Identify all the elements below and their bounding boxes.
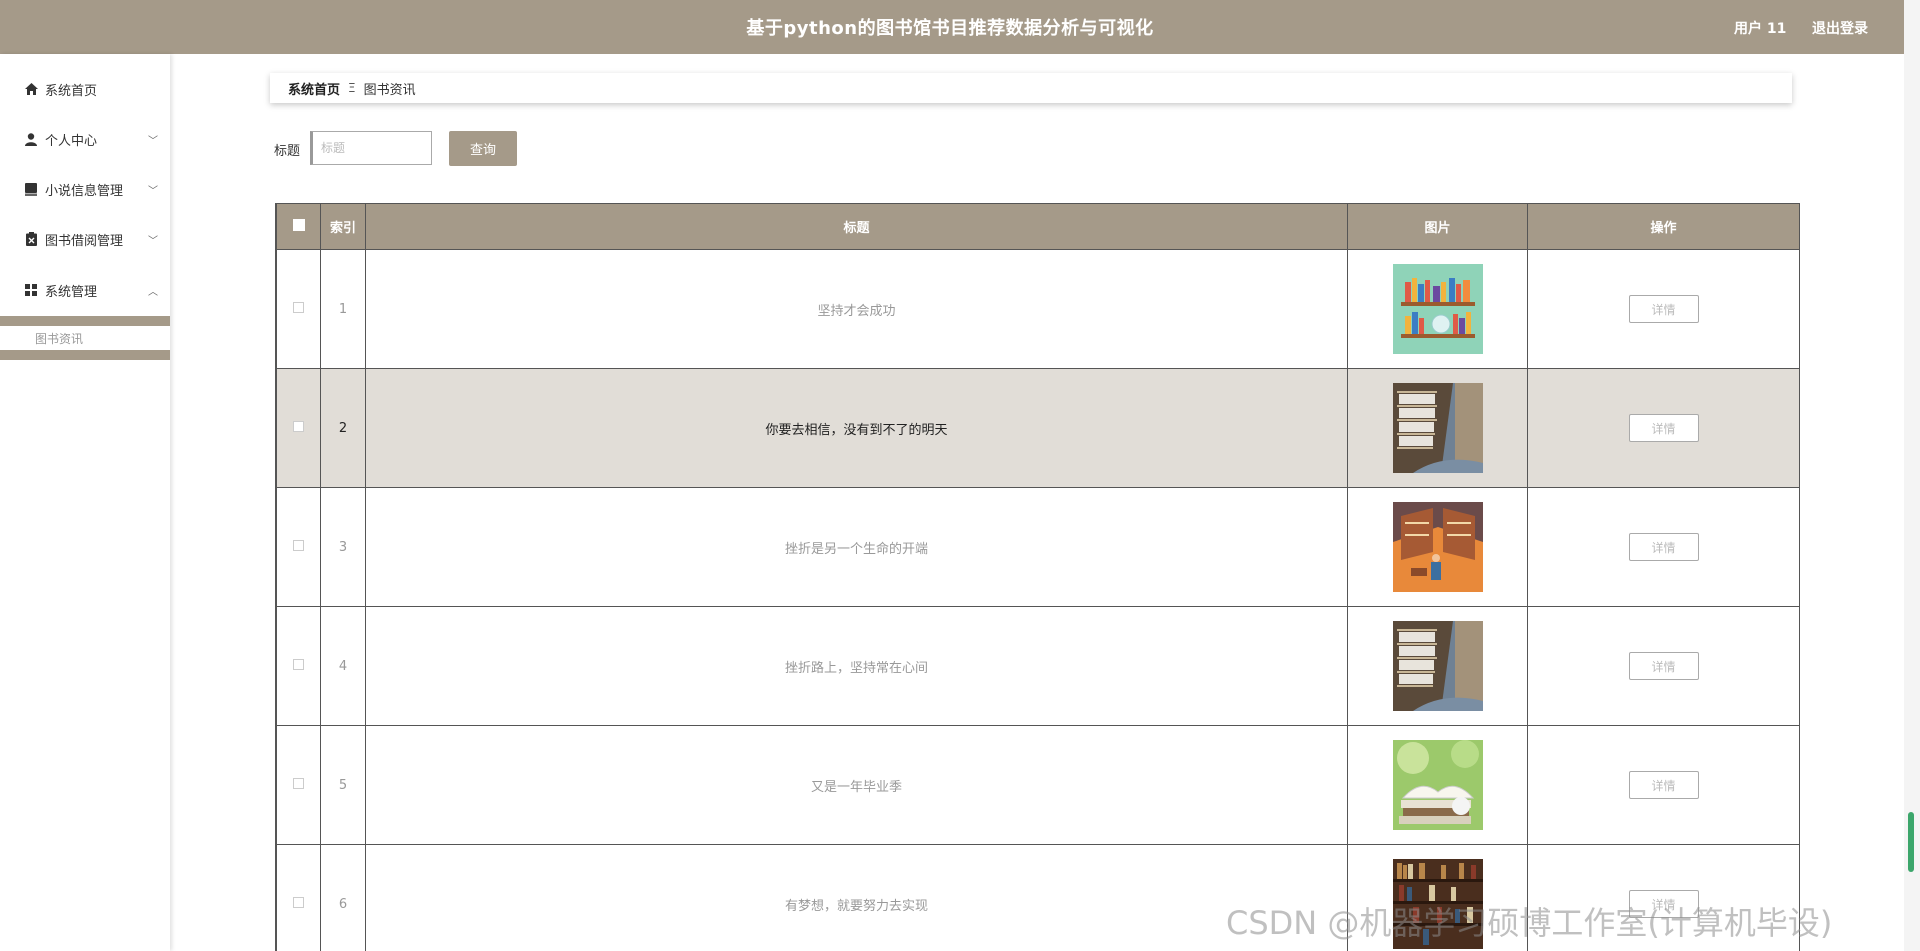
sidebar: 系统首页 个人中心 ﹀ 小说信息管理 ﹀ 图书借阅管理 ﹀ 系统管理 ︿ 图书资… — [0, 54, 170, 951]
search-label: 标题 — [274, 144, 301, 159]
row-title: 挫折是另一个生命的开端 — [365, 487, 1348, 607]
sidebar-subitem-label: 图书资讯 — [35, 332, 84, 346]
select-all-checkbox[interactable] — [292, 218, 305, 231]
column-header-action: 操作 — [1527, 203, 1799, 250]
row-action-cell: 详情 — [1527, 487, 1799, 607]
chevron-down-icon: ﹀ — [148, 135, 158, 147]
row-title: 又是一年毕业季 — [365, 725, 1348, 845]
row-title: 挫折路上，坚持常在心间 — [365, 606, 1348, 726]
row-index: 3 — [320, 487, 366, 607]
library-room-illustration-image[interactable] — [1392, 502, 1483, 592]
row-title: 有梦想，就要努力去实现 — [365, 844, 1348, 951]
row-action-cell: 详情 — [1527, 606, 1799, 726]
detail-button[interactable]: 详情 — [1628, 652, 1699, 680]
home-icon — [24, 82, 38, 96]
sidebar-item-novel-management[interactable]: 小说信息管理 ﹀ — [0, 171, 170, 207]
breadcrumb-current: 图书资讯 — [363, 82, 416, 98]
row-image-cell — [1347, 487, 1528, 607]
row-index: 4 — [320, 606, 366, 726]
row-image-cell — [1347, 606, 1528, 726]
row-title: 坚持才会成功 — [365, 249, 1348, 369]
table-row[interactable]: 2 你要去相信，没有到不了的明天 详情 — [276, 368, 1799, 488]
row-image-cell — [1347, 249, 1528, 369]
open-book-photo-image[interactable] — [1392, 740, 1483, 830]
row-action-cell: 详情 — [1527, 368, 1799, 488]
row-image-cell — [1347, 368, 1528, 488]
data-table: 索引 标题 图片 操作 1 坚持才会成功 详情 2 你要去相信，没有到不了的明天… — [275, 203, 1800, 951]
table-header: 索引 标题 图片 操作 — [276, 203, 1799, 250]
detail-button[interactable]: 详情 — [1628, 295, 1699, 323]
breadcrumb: 系统首页 Ξ 图书资讯 — [270, 73, 1792, 103]
submenu-divider — [0, 316, 170, 326]
row-action-cell: 详情 — [1527, 725, 1799, 845]
chevron-down-icon: ﹀ — [148, 185, 158, 197]
user-icon — [24, 132, 38, 146]
row-checkbox[interactable] — [293, 539, 304, 551]
sidebar-item-label: 系统管理 — [45, 284, 98, 300]
table-row[interactable]: 5 又是一年毕业季 详情 — [276, 725, 1799, 845]
row-checkbox[interactable] — [293, 420, 304, 432]
column-header-image: 图片 — [1347, 203, 1528, 250]
search-input[interactable] — [310, 131, 432, 165]
breadcrumb-home[interactable]: 系统首页 — [288, 79, 340, 98]
top-bar: 基于python的图书馆书目推荐数据分析与可视化 用户 11 退出登录 — [0, 0, 1920, 54]
row-index: 6 — [320, 844, 366, 951]
row-checkbox[interactable] — [293, 777, 304, 789]
sidebar-item-personal-center[interactable]: 个人中心 ﹀ — [0, 121, 170, 157]
sidebar-subitem-book-news[interactable]: 图书资讯 — [0, 326, 170, 350]
detail-button[interactable]: 详情 — [1628, 771, 1699, 799]
table-row[interactable]: 3 挫折是另一个生命的开端 详情 — [276, 487, 1799, 607]
sidebar-item-label: 图书借阅管理 — [45, 233, 124, 249]
column-header-title: 标题 — [365, 203, 1348, 250]
row-image-cell — [1347, 725, 1528, 845]
sidebar-item-home[interactable]: 系统首页 — [0, 71, 170, 107]
sidebar-item-borrow-management[interactable]: 图书借阅管理 ﹀ — [0, 221, 170, 257]
row-action-cell: 详情 — [1527, 249, 1799, 369]
row-title: 你要去相信，没有到不了的明天 — [365, 368, 1348, 488]
row-index: 2 — [320, 368, 366, 488]
row-index: 5 — [320, 725, 366, 845]
grid-icon — [24, 283, 38, 297]
detail-button[interactable]: 详情 — [1628, 533, 1699, 561]
breadcrumb-separator-icon: Ξ — [348, 81, 356, 95]
app-title: 基于python的图书馆书目推荐数据分析与可视化 — [746, 18, 1154, 39]
library-shelves-photo-image[interactable] — [1392, 621, 1483, 711]
select-all-cell — [276, 203, 321, 250]
row-checkbox[interactable] — [293, 896, 304, 908]
bookshelf-illustration-image[interactable] — [1392, 264, 1483, 354]
sidebar-item-label: 小说信息管理 — [45, 183, 124, 199]
chevron-down-icon: ﹀ — [148, 235, 158, 247]
column-header-index: 索引 — [320, 203, 366, 250]
chevron-up-icon: ︿ — [148, 286, 158, 298]
row-checkbox[interactable] — [293, 658, 304, 670]
table-row[interactable]: 4 挫折路上，坚持常在心间 详情 — [276, 606, 1799, 726]
watermark: CSDN @机器学习硕博工作室(计算机毕设) — [1226, 904, 1833, 942]
clipboard-icon — [24, 232, 38, 246]
row-index: 1 — [320, 249, 366, 369]
scrollbar-track[interactable] — [1904, 0, 1920, 951]
scrollbar-thumb[interactable] — [1908, 812, 1914, 872]
logout-button[interactable]: 退出登录 — [1812, 18, 1868, 38]
table-row[interactable]: 1 坚持才会成功 详情 — [276, 249, 1799, 369]
library-shelves-photo-image[interactable] — [1392, 383, 1483, 473]
query-button[interactable]: 查询 — [449, 131, 517, 166]
row-checkbox[interactable] — [293, 301, 304, 313]
user-name[interactable]: 用户 11 — [1734, 18, 1786, 38]
sidebar-item-system-management[interactable]: 系统管理 ︿ — [0, 272, 170, 308]
submenu-divider — [0, 350, 170, 360]
book-icon — [24, 182, 38, 196]
sidebar-item-label: 个人中心 — [45, 133, 98, 149]
sidebar-item-label: 系统首页 — [45, 83, 98, 99]
detail-button[interactable]: 详情 — [1628, 414, 1699, 442]
